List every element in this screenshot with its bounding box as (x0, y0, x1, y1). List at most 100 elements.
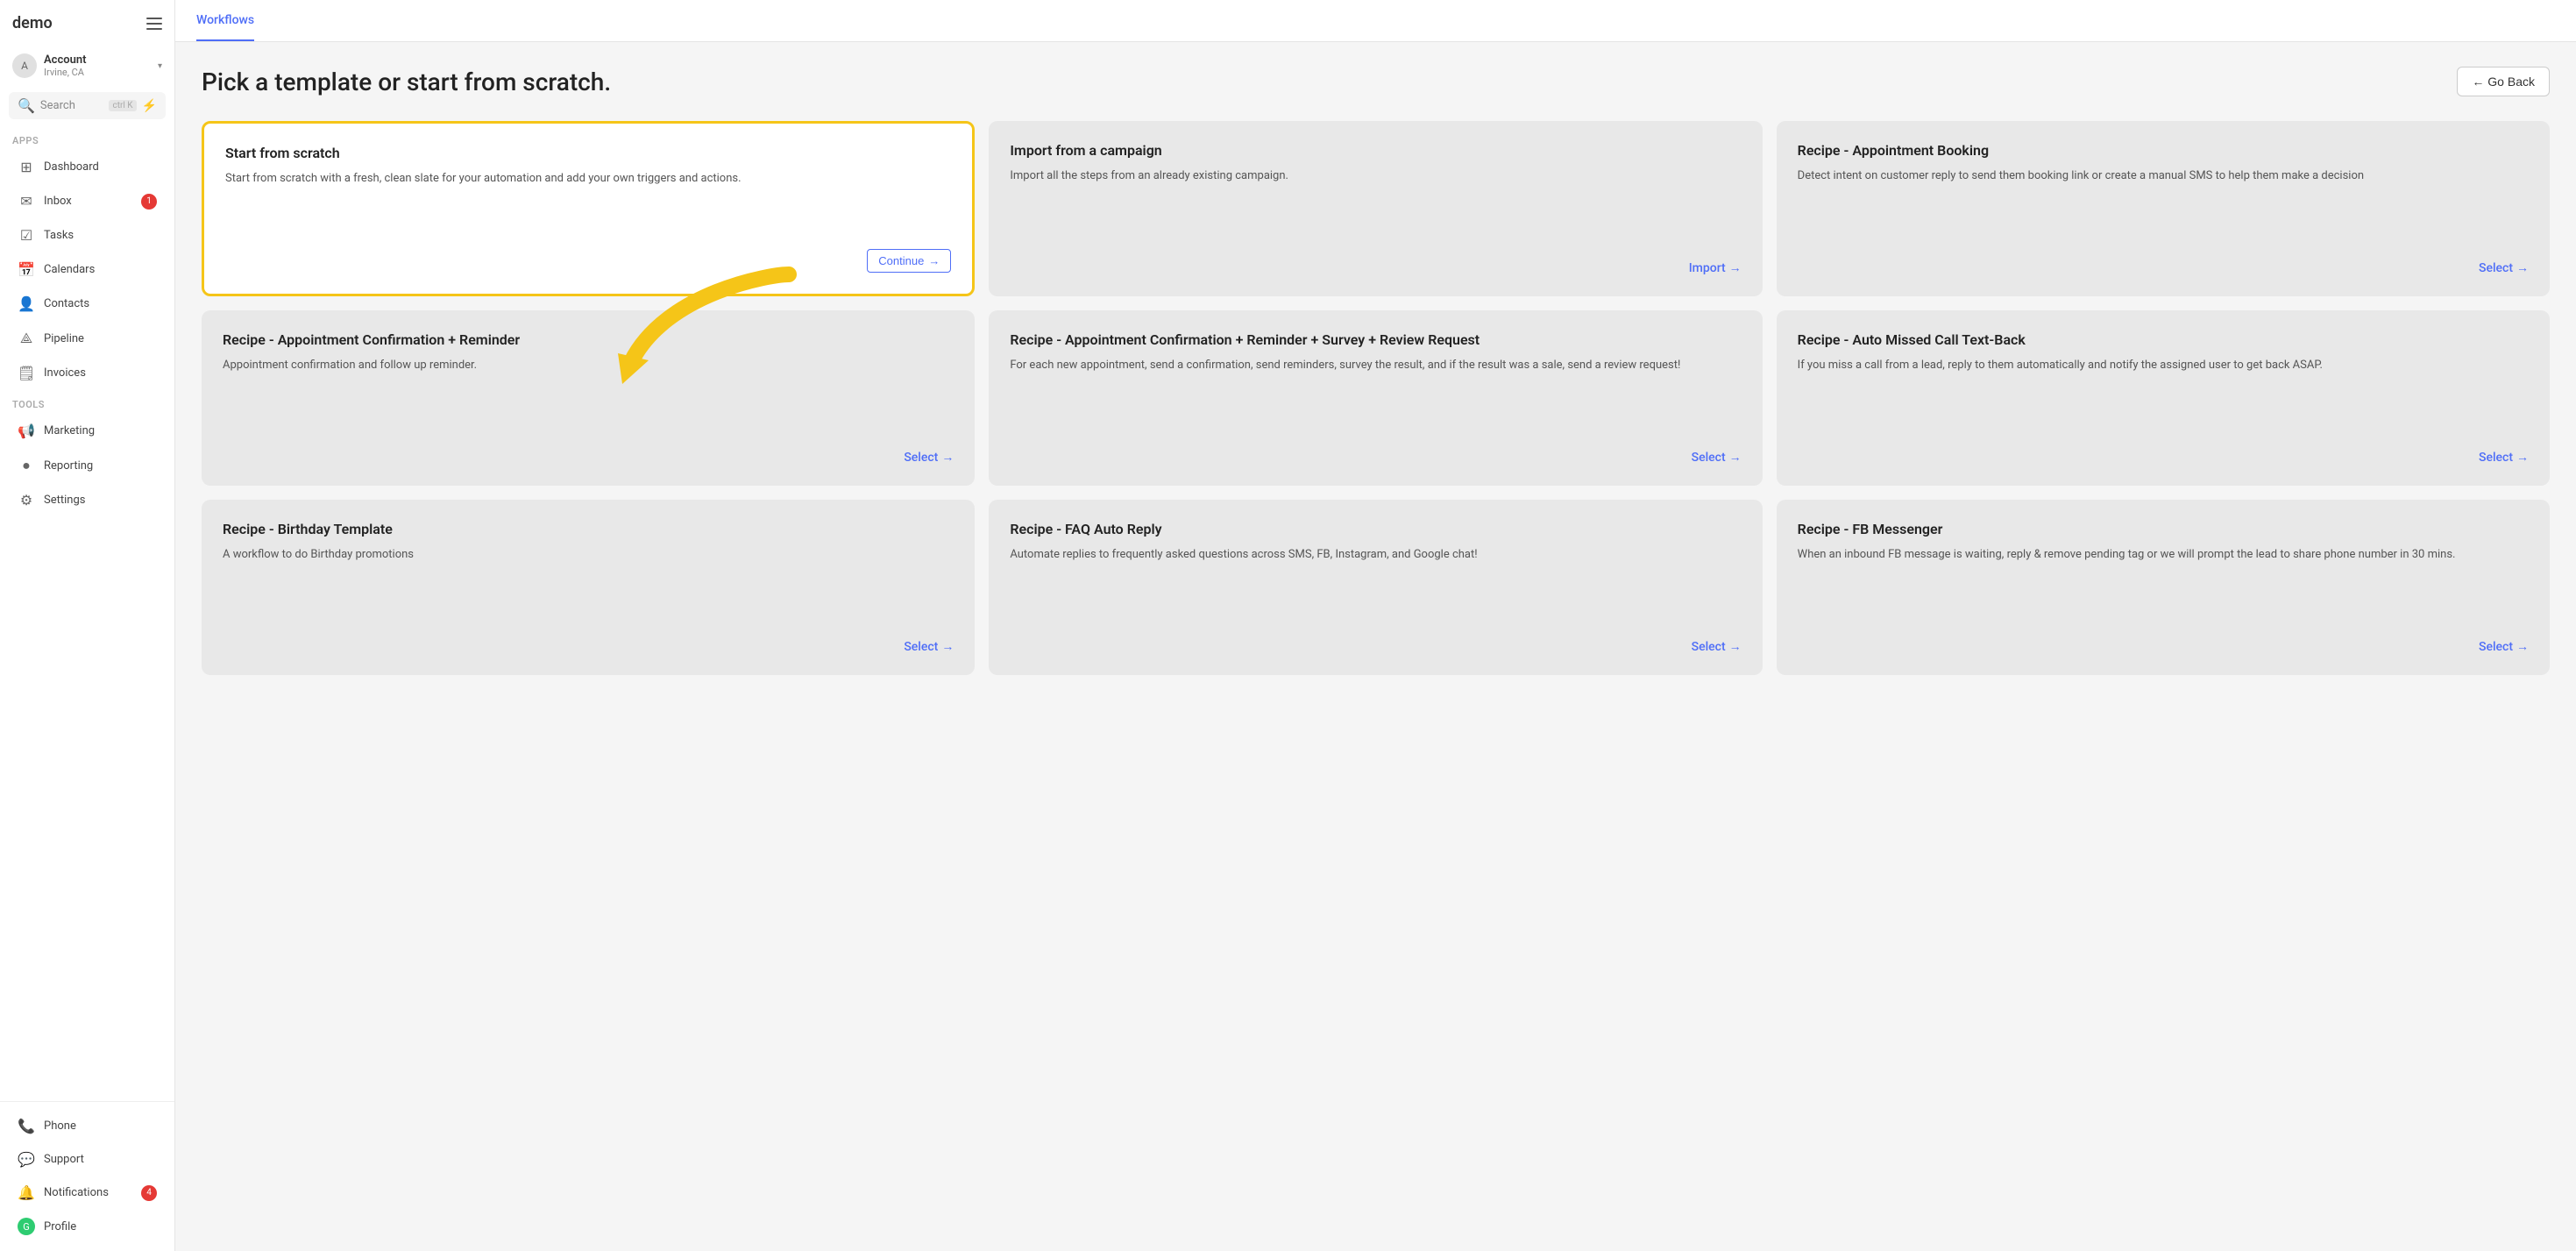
select-link[interactable]: Select → (2479, 450, 2529, 465)
card-action: Select → (1798, 450, 2529, 465)
continue-button[interactable]: Continue → (867, 249, 951, 273)
notifications-icon: 🔔 (18, 1184, 35, 1201)
sidebar-item-phone[interactable]: 📞 Phone (5, 1110, 169, 1142)
sidebar-item-calendars[interactable]: 📅 Calendars (5, 253, 169, 286)
sidebar-item-label: Inbox (44, 195, 72, 208)
card-description: When an inbound FB message is waiting, r… (1798, 546, 2529, 625)
card-title: Recipe - Appointment Confirmation + Remi… (223, 331, 954, 348)
page-header: Pick a template or start from scratch. ←… (202, 67, 2550, 96)
select-link[interactable]: Select → (2479, 260, 2529, 275)
card-action: Select → (1010, 639, 1741, 654)
card-action: Continue → (225, 249, 951, 273)
phone-icon: 📞 (18, 1118, 35, 1134)
card-title: Recipe - Appointment Confirmation + Remi… (1010, 331, 1741, 348)
template-card-start-from-scratch[interactable]: Start from scratch Start from scratch wi… (202, 121, 975, 296)
sidebar-item-label: Tasks (44, 229, 74, 242)
account-section[interactable]: A Account Irvine, CA ▾ (0, 46, 174, 85)
card-description: Start from scratch with a fresh, clean s… (225, 170, 951, 235)
calendars-icon: 📅 (18, 261, 35, 278)
template-card-faq-auto-reply[interactable]: Recipe - FAQ Auto Reply Automate replies… (989, 500, 1762, 675)
card-description: For each new appointment, send a confirm… (1010, 357, 1741, 436)
select-link[interactable]: Select → (904, 639, 954, 654)
sidebar-item-reporting[interactable]: ● Reporting (5, 449, 169, 482)
search-shortcut: ctrl K (109, 100, 136, 111)
page-title: Pick a template or start from scratch. (202, 68, 611, 96)
template-grid: Start from scratch Start from scratch wi… (202, 121, 2550, 675)
card-action: Select → (1798, 639, 2529, 654)
select-link[interactable]: Select → (1692, 450, 1742, 465)
import-link[interactable]: Import → (1689, 260, 1742, 275)
card-title: Recipe - Auto Missed Call Text-Back (1798, 331, 2529, 348)
inbox-badge: 1 (141, 194, 157, 210)
sidebar-item-settings[interactable]: ⚙ Settings (5, 484, 169, 516)
search-label: Search (40, 99, 104, 112)
template-card-fb-messenger[interactable]: Recipe - FB Messenger When an inbound FB… (1777, 500, 2550, 675)
apps-section-label: Apps (0, 126, 174, 150)
select-link[interactable]: Select → (2479, 639, 2529, 654)
card-title: Import from a campaign (1010, 142, 1741, 159)
sidebar-item-inbox[interactable]: ✉ Inbox 1 (5, 185, 169, 217)
card-action: Select → (223, 639, 954, 654)
sidebar-item-label: Support (44, 1153, 84, 1166)
reporting-icon: ● (18, 457, 35, 474)
sidebar-item-pipeline[interactable]: ⟁ Pipeline (5, 322, 169, 355)
notifications-badge: 4 (141, 1185, 157, 1201)
select-link[interactable]: Select → (904, 450, 954, 465)
card-action: Import → (1010, 260, 1741, 275)
template-grid-wrapper: Start from scratch Start from scratch wi… (202, 121, 2550, 675)
sidebar-item-label: Reporting (44, 459, 93, 473)
sidebar-item-label: Marketing (44, 424, 95, 437)
card-description: Automate replies to frequently asked que… (1010, 546, 1741, 625)
sidebar-item-label: Invoices (44, 366, 86, 380)
sidebar-item-dashboard[interactable]: ⊞ Dashboard (5, 151, 169, 183)
contacts-icon: 👤 (18, 295, 35, 312)
sidebar-item-label: Notifications (44, 1186, 109, 1199)
tab-workflows[interactable]: Workflows (196, 1, 254, 41)
sidebar-item-label: Contacts (44, 297, 89, 310)
card-title: Recipe - Appointment Booking (1798, 142, 2529, 159)
template-card-appointment-booking[interactable]: Recipe - Appointment Booking Detect inte… (1777, 121, 2550, 296)
sidebar-item-label: Dashboard (44, 160, 99, 174)
account-location: Irvine, CA (44, 67, 151, 78)
card-action: Select → (223, 450, 954, 465)
inbox-icon: ✉ (18, 193, 35, 210)
sidebar-item-label: Calendars (44, 263, 95, 276)
search-bar[interactable]: 🔍 Search ctrl K ⚡ (9, 92, 166, 119)
select-link[interactable]: Select → (1692, 639, 1742, 654)
sidebar-item-label: Phone (44, 1120, 76, 1133)
tasks-icon: ☑ (18, 227, 35, 244)
sidebar-item-notifications[interactable]: 🔔 Notifications 4 (5, 1176, 169, 1209)
card-title: Start from scratch (225, 145, 951, 161)
template-card-appt-confirmation-reminder[interactable]: Recipe - Appointment Confirmation + Remi… (202, 310, 975, 486)
dashboard-icon: ⊞ (18, 159, 35, 175)
card-title: Recipe - FB Messenger (1798, 521, 2529, 537)
sidebar-item-support[interactable]: 💬 Support (5, 1143, 169, 1176)
sidebar-item-contacts[interactable]: 👤 Contacts (5, 288, 169, 320)
invoices-icon: 🗒 (18, 365, 35, 381)
card-description: Detect intent on customer reply to send … (1798, 167, 2529, 246)
card-action: Select → (1798, 260, 2529, 275)
back-button[interactable]: ← Go Back (2457, 67, 2550, 96)
main-content: Workflows Pick a template or start from … (175, 0, 2576, 1251)
sidebar-item-label: Pipeline (44, 332, 84, 345)
template-card-birthday[interactable]: Recipe - Birthday Template A workflow to… (202, 500, 975, 675)
account-name: Account (44, 53, 151, 67)
template-card-import-campaign[interactable]: Import from a campaign Import all the st… (989, 121, 1762, 296)
sidebar-item-tasks[interactable]: ☑ Tasks (5, 219, 169, 252)
template-card-appt-confirmation-survey[interactable]: Recipe - Appointment Confirmation + Remi… (989, 310, 1762, 486)
card-title: Recipe - Birthday Template (223, 521, 954, 537)
sidebar-item-label: Settings (44, 494, 85, 507)
card-action: Select → (1010, 450, 1741, 465)
hamburger-icon[interactable] (146, 18, 162, 30)
sidebar-item-profile[interactable]: G Profile (5, 1210, 169, 1243)
sidebar-bottom: 📞 Phone 💬 Support 🔔 Notifications 4 G Pr… (0, 1101, 174, 1251)
support-icon: 💬 (18, 1151, 35, 1168)
card-description: A workflow to do Birthday promotions (223, 546, 954, 625)
lightning-icon: ⚡ (142, 99, 157, 113)
template-card-auto-missed-call[interactable]: Recipe - Auto Missed Call Text-Back If y… (1777, 310, 2550, 486)
sidebar: demo A Account Irvine, CA ▾ 🔍 Search ctr… (0, 0, 175, 1251)
profile-icon: G (18, 1218, 35, 1235)
sidebar-item-invoices[interactable]: 🗒 Invoices (5, 357, 169, 389)
content-area: Pick a template or start from scratch. ←… (175, 42, 2576, 1251)
sidebar-item-marketing[interactable]: 📢 Marketing (5, 415, 169, 447)
